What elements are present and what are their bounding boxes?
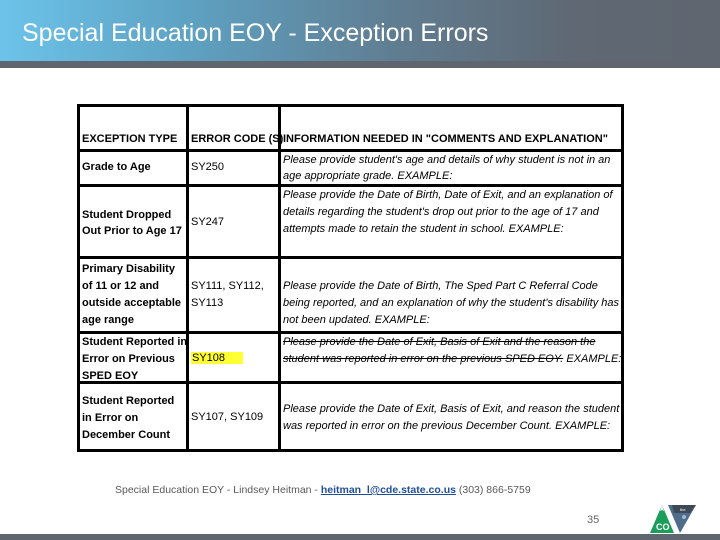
row-1-exception-type: Grade to Age <box>82 161 151 173</box>
row-1-info-needed: Please provide student's age and details… <box>283 154 611 182</box>
colorado-cde-logo-icon: CO the <box>650 505 696 533</box>
row-5-exception-type: Student Reported in Error on December Co… <box>82 395 175 441</box>
title-bar: Special Education EOY - Exception Errors <box>0 0 720 61</box>
footer-contact: Special Education EOY - Lindsey Heitman … <box>115 484 531 496</box>
logo-text: CO <box>656 522 670 532</box>
row-4-info-needed: Please provide the Date of Exit, Basis o… <box>283 334 623 368</box>
row-2-exception-type: Student Dropped Out Prior to Age 17 <box>82 209 182 237</box>
row-3-info-needed: Please provide the Date of Birth, The Sp… <box>283 280 619 326</box>
logo-the-text: the <box>680 507 686 512</box>
row-3-exception-type: Primary Disability of 11 or 12 and outsi… <box>82 263 182 326</box>
row-1-error-codes: SY250 <box>191 161 225 173</box>
column-divider <box>278 107 281 449</box>
struck-instruction: Please provide the Date of Exit, Basis o… <box>283 336 596 365</box>
header-exception-type: EXCEPTION TYPE <box>82 133 178 145</box>
column-divider <box>186 107 189 449</box>
header-error-codes: ERROR CODE (S) <box>191 133 284 145</box>
email-link[interactable]: heitman_l@cde.state.co.us <box>321 484 456 496</box>
bottom-bar <box>0 534 720 540</box>
logo-dot <box>682 515 686 519</box>
footer-prefix: Special Education EOY - Lindsey Heitman … <box>115 484 321 496</box>
title-divider <box>0 61 720 68</box>
row-4-error-codes: SY108 <box>191 351 244 366</box>
row-divider <box>80 256 621 259</box>
row-3-error-codes: SY111, SY112, SY113 <box>191 280 264 309</box>
page-number: 35 <box>587 514 600 526</box>
header-info-needed: INFORMATION NEEDED IN "COMMENTS AND EXPL… <box>283 133 608 145</box>
row-5-info-needed: Please provide the Date of Exit, Basis o… <box>283 403 620 432</box>
slide-title: Special Education EOY - Exception Errors <box>22 19 489 47</box>
footer-phone: (303) 866-5759 <box>455 484 531 496</box>
row-2-info-needed: Please provide the Date of Birth, Date o… <box>283 189 613 235</box>
exception-errors-table: EXCEPTION TYPE ERROR CODE (S) INFORMATIO… <box>77 104 624 452</box>
row-2-error-codes: SY247 <box>191 216 225 228</box>
example-label: EXAMPLE: <box>566 353 622 365</box>
highlighted-error-code: SY108 <box>191 352 244 364</box>
row-4-exception-type: Student Reported in Error on Previous SP… <box>82 336 188 382</box>
row-5-error-codes: SY107, SY109 <box>191 411 264 423</box>
